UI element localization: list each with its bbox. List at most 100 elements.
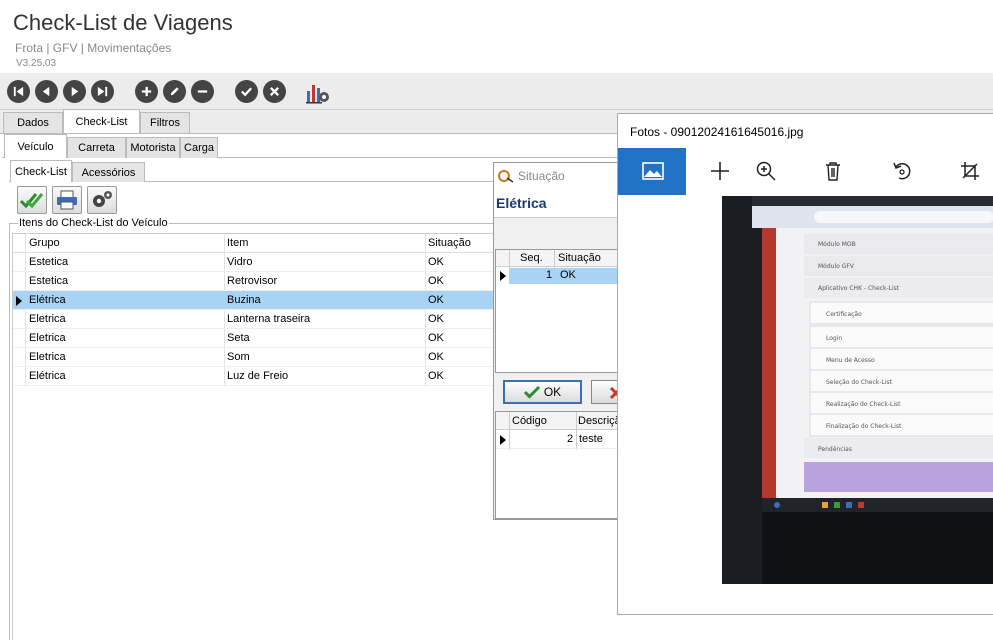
previous-icon[interactable] — [35, 80, 58, 103]
row-indicator-icon — [16, 296, 22, 306]
photos-window-title[interactable]: Fotos - 09012024161645016.jpg — [630, 125, 803, 139]
tab-dados[interactable]: Dados — [3, 112, 63, 133]
tab-check-list[interactable]: Check-List — [63, 109, 140, 133]
cell-descricao: teste — [579, 433, 603, 445]
tab-filtros[interactable]: Filtros — [140, 112, 190, 133]
tab-inner-check-list[interactable]: Check-List — [10, 160, 72, 182]
cell-situacao: OK — [428, 313, 444, 325]
cell-grupo: Elétrica — [29, 294, 66, 306]
cell-codigo: 2 — [567, 433, 574, 445]
column-header-grupo[interactable]: Grupo — [29, 237, 60, 249]
photo-text: Menu de Acesso — [826, 357, 875, 364]
cell-seq: 1 — [546, 269, 553, 281]
cell-item: Retrovisor — [227, 275, 278, 287]
tab-veiculo[interactable]: Veículo — [4, 134, 67, 158]
gears-icon — [93, 191, 112, 207]
page-title: Check-List de Viagens — [13, 10, 233, 35]
cell-grupo: Eletrica — [29, 332, 66, 344]
cell-item: Vidro — [227, 256, 253, 268]
dialog-title: Situação — [518, 169, 565, 183]
cell-grupo: Estetica — [29, 275, 69, 287]
ok-button[interactable]: OK — [503, 380, 582, 404]
tab-carga[interactable]: Carga — [180, 137, 218, 158]
column-header-codigo[interactable]: Código — [512, 415, 547, 427]
settings-button[interactable] — [87, 186, 117, 214]
cell-grupo: Elétrica — [29, 370, 66, 382]
situacao-grid-header: Seq. Situação — [496, 250, 622, 267]
cell-item: Seta — [227, 332, 250, 344]
cell-grupo: Eletrica — [29, 351, 66, 363]
cell-situacao: OK — [428, 332, 444, 344]
ok-label: OK — [543, 385, 562, 399]
dialog-heading: Elétrica — [496, 195, 547, 211]
photo-image: Módulo MOB Módulo GFV Aplicativo CHK - C… — [722, 196, 993, 584]
cell-situacao: OK — [428, 256, 444, 268]
report-icon[interactable] — [305, 79, 331, 105]
dialog-heading-bar: Elétrica — [494, 189, 622, 218]
header: Check-List de Viagens Frota | GFV | Movi… — [0, 0, 993, 73]
double-check-icon — [20, 193, 44, 209]
photos-window: Fotos - 09012024161645016.jpg Módulo MOB… — [617, 113, 993, 615]
edit-icon[interactable] — [163, 80, 186, 103]
add-icon[interactable] — [135, 80, 158, 103]
cell-situacao: OK — [428, 370, 444, 382]
column-header-situacao[interactable]: Situação — [558, 252, 601, 264]
check-icon — [523, 385, 540, 399]
column-header-descricao[interactable]: Descriçã — [578, 415, 621, 427]
row-indicator-icon — [500, 271, 506, 281]
photo-text: Login — [826, 335, 842, 342]
photo-screen-illustration: Módulo MOB Módulo GFV Aplicativo CHK - C… — [722, 196, 993, 584]
situacao-dialog: Situação Elétrica Seq. Situação 1 OK OK … — [493, 162, 623, 520]
sub-tab-bar: Veículo Carreta Motorista Carga — [2, 134, 620, 158]
column-header-situacao[interactable]: Situação — [428, 237, 471, 249]
codigo-grid: Código Descriçã 2 teste — [495, 411, 623, 519]
situacao-grid: Seq. Situação 1 OK — [495, 249, 623, 373]
next-icon[interactable] — [63, 80, 86, 103]
last-icon[interactable] — [91, 80, 114, 103]
table-row[interactable]: 2 teste — [496, 431, 622, 449]
table-row-selected[interactable]: 1 OK — [510, 268, 622, 284]
rotate-icon[interactable] — [887, 156, 917, 186]
cell-item: Luz de Freio — [227, 370, 289, 382]
cancel-icon[interactable] — [263, 80, 286, 103]
version-label: V3.25.03 — [16, 58, 57, 69]
tab-motorista[interactable]: Motorista — [126, 137, 180, 158]
delete-icon[interactable] — [818, 156, 848, 186]
plus-icon[interactable] — [705, 156, 735, 186]
photos-toolbar — [618, 148, 993, 195]
cell-item: Lanterna traseira — [227, 313, 311, 325]
print-button[interactable] — [52, 186, 82, 214]
groupbox-label: Itens do Check-List do Veículo — [18, 217, 169, 229]
photo-text: Finalização do Check-List — [826, 423, 902, 430]
image-icon — [642, 162, 664, 180]
breadcrumb: Frota | GFV | Movimentações — [15, 41, 172, 55]
printer-icon — [57, 190, 77, 210]
image-view-button[interactable] — [618, 148, 686, 195]
tab-carreta[interactable]: Carreta — [67, 137, 126, 158]
photo-text: Módulo MOB — [818, 241, 856, 248]
column-header-item[interactable]: Item — [227, 237, 248, 249]
cell-situacao: OK — [428, 294, 444, 306]
photo-text: Aplicativo CHK - Check-List — [818, 285, 900, 292]
cell-situacao: OK — [428, 275, 444, 287]
cell-grupo: Estetica — [29, 256, 69, 268]
approve-all-button[interactable] — [17, 186, 47, 214]
crop-icon[interactable] — [955, 156, 985, 186]
photo-text: Pendências — [818, 446, 852, 453]
cell-grupo: Eletrica — [29, 313, 66, 325]
confirm-icon[interactable] — [235, 80, 258, 103]
main-toolbar — [0, 73, 993, 110]
photo-text: Módulo GFV — [818, 263, 855, 270]
codigo-grid-header: Código Descriçã — [496, 412, 622, 430]
column-header-seq[interactable]: Seq. — [520, 252, 543, 264]
zoom-in-icon[interactable] — [751, 156, 781, 186]
remove-icon[interactable] — [191, 80, 214, 103]
row-indicator-icon — [500, 435, 506, 445]
first-icon[interactable] — [7, 80, 30, 103]
cell-item: Som — [227, 351, 250, 363]
cell-situacao: OK — [428, 351, 444, 363]
photo-text: Certificação — [826, 311, 862, 318]
tab-acessorios[interactable]: Acessórios — [72, 162, 145, 182]
app-logo-icon — [498, 170, 514, 183]
dialog-titlebar[interactable]: Situação — [494, 163, 622, 189]
